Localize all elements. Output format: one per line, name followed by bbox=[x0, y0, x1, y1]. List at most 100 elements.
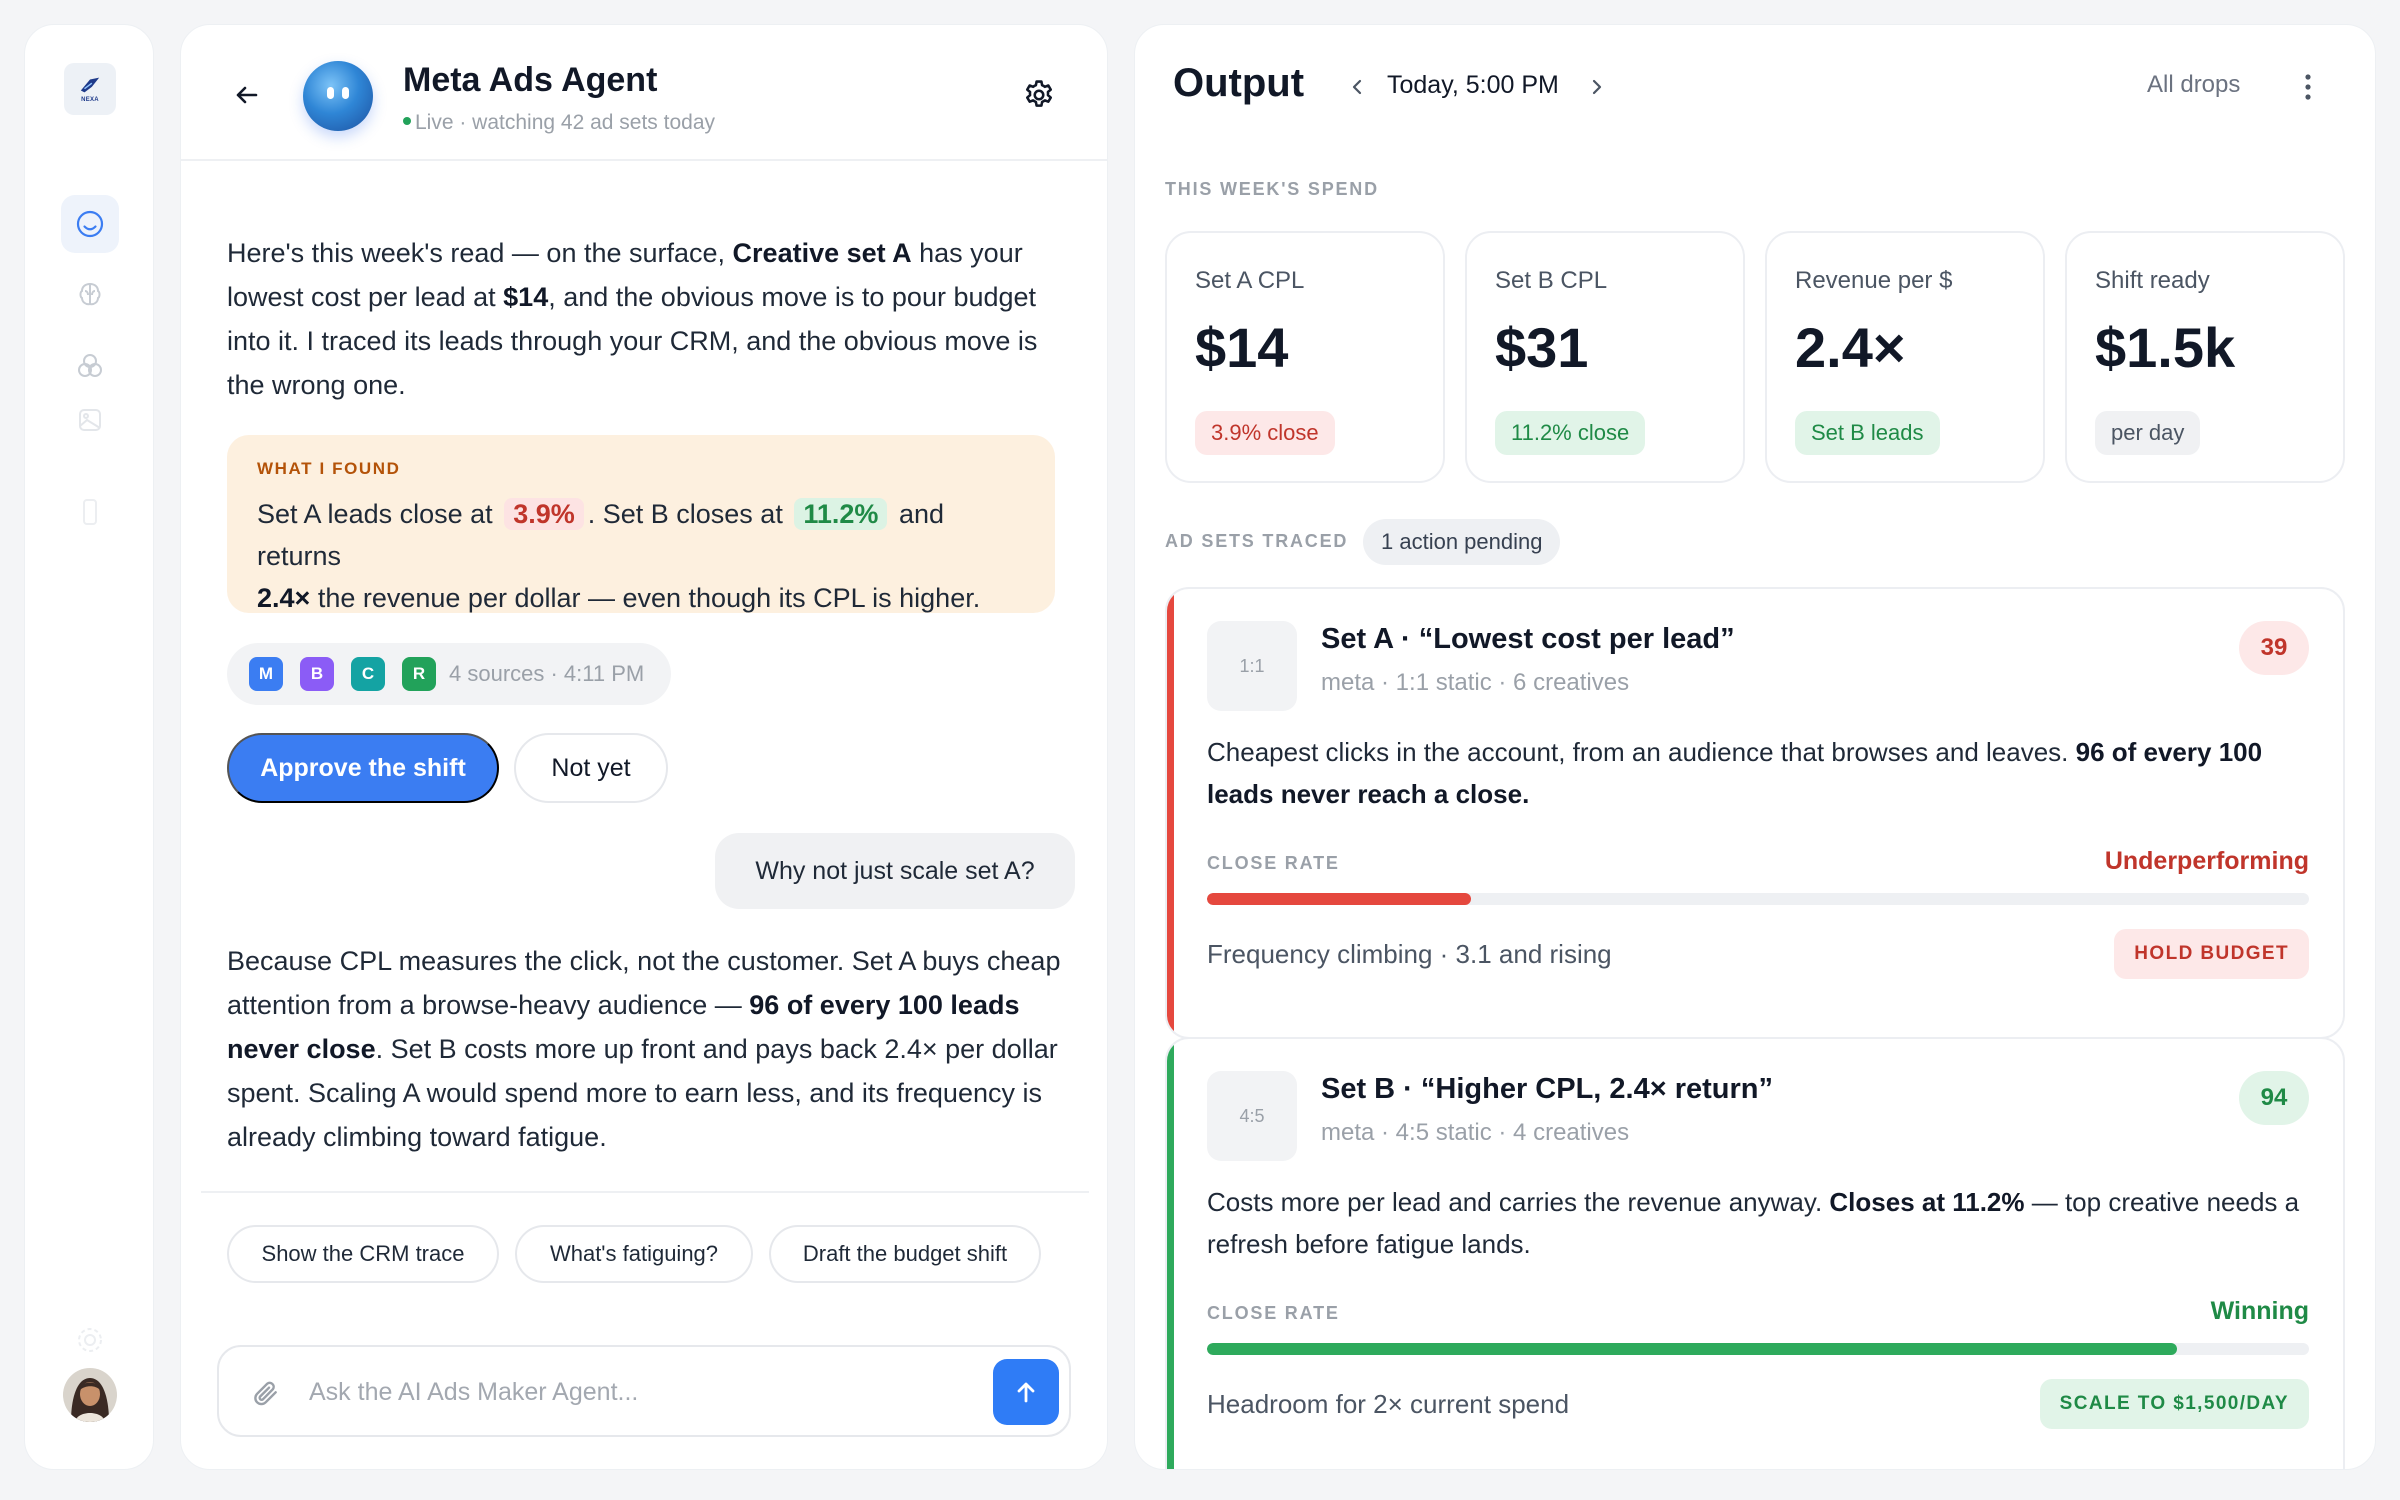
user-avatar[interactable] bbox=[63, 1368, 117, 1422]
all-drops-link[interactable]: All drops bbox=[2147, 71, 2240, 99]
send-button[interactable] bbox=[993, 1359, 1059, 1425]
stat-value: $1.5k bbox=[2095, 316, 2236, 379]
close-rate-bar-fill bbox=[1207, 893, 1472, 905]
stat-value: $31 bbox=[1495, 316, 1589, 379]
rail-item-agent[interactable] bbox=[61, 195, 119, 253]
rail-item-mobile[interactable] bbox=[61, 483, 119, 541]
rail-item-settings[interactable] bbox=[61, 1311, 119, 1369]
sources-text: 4 sources · 4:11 PM bbox=[449, 661, 645, 686]
close-rate-label: CLOSE RATE bbox=[1207, 1303, 1340, 1323]
nexa-logo[interactable]: NEXA bbox=[64, 63, 116, 115]
not-yet-button[interactable]: Not yet bbox=[514, 733, 668, 803]
rail-item-media[interactable] bbox=[61, 391, 119, 449]
pending-actions-pill[interactable]: 1 action pending bbox=[1363, 519, 1561, 565]
brain-icon bbox=[79, 282, 101, 306]
adset-accent bbox=[1167, 1039, 1174, 1469]
output-panel: Output Today, 5:00 PM All drops THIS WEE… bbox=[1134, 24, 2376, 1470]
image-icon bbox=[79, 409, 101, 431]
adset-meta: meta · 4:5 static · 4 creatives bbox=[1321, 1119, 1630, 1146]
composer bbox=[217, 1345, 1071, 1437]
phone-icon bbox=[83, 499, 97, 525]
stat-value: 2.4× bbox=[1795, 316, 1906, 379]
action-tag[interactable]: HOLD BUDGET bbox=[2114, 929, 2309, 979]
output-date: Today, 5:00 PM bbox=[1387, 71, 1559, 99]
adset-title: Set B · “Higher CPL, 2.4× return” bbox=[1321, 1073, 1774, 1105]
approve-shift-button[interactable]: Approve the shift bbox=[227, 733, 499, 803]
gear-icon bbox=[1025, 80, 1053, 107]
agent-status-text: Live · watching 42 ad sets today bbox=[415, 111, 716, 134]
adset-score: 39 bbox=[2239, 621, 2309, 675]
chip-crm-trace[interactable]: Show the CRM trace bbox=[227, 1225, 499, 1283]
more-vertical-icon bbox=[2305, 74, 2311, 100]
close-rate-bar bbox=[1207, 1343, 2309, 1355]
adset-title: Set A · “Lowest cost per lead” bbox=[1321, 623, 1735, 655]
gear-icon bbox=[78, 1328, 102, 1352]
stat-card-set-b-cpl: Set B CPL $31 11.2% close bbox=[1465, 231, 1745, 483]
set-a-close-pill: 3.9% bbox=[504, 498, 584, 530]
chat-divider bbox=[201, 1191, 1089, 1193]
found-text: Set A leads close at 3.9%. Set B closes … bbox=[257, 498, 981, 613]
adset-description: Cheapest clicks in the account, from an … bbox=[1207, 737, 2263, 809]
source-badge-meta: M bbox=[249, 657, 283, 691]
user-message: Why not just scale set A? bbox=[715, 833, 1075, 909]
found-callout: WHAT I FOUND Set A leads close at 3.9%. … bbox=[227, 435, 1055, 613]
live-dot bbox=[403, 117, 411, 126]
chat-panel: Meta Ads Agent Live · watching 42 ad set… bbox=[180, 24, 1108, 1470]
found-label: WHAT I FOUND bbox=[257, 459, 401, 478]
chat-settings-button[interactable] bbox=[1019, 75, 1059, 115]
stat-label: Set B CPL bbox=[1495, 267, 1608, 294]
ratio-thumbnail: 1:1 bbox=[1207, 621, 1297, 711]
source-badge-r: R bbox=[402, 657, 436, 691]
adset-meta: meta · 1:1 static · 6 creatives bbox=[1321, 669, 1630, 696]
rail-item-brain[interactable] bbox=[61, 265, 119, 323]
next-date-button[interactable] bbox=[1581, 69, 1613, 105]
close-rate-bar-fill bbox=[1207, 1343, 2177, 1355]
stat-label: Shift ready bbox=[2095, 267, 2210, 294]
stat-badge: Set B leads bbox=[1795, 411, 1940, 455]
logo-text: NEXA bbox=[81, 97, 99, 103]
adset-card-b[interactable]: 4:5 Set B · “Higher CPL, 2.4× return” me… bbox=[1165, 1037, 2345, 1469]
agent-avatar bbox=[303, 61, 373, 131]
adset-description: Costs more per lead and carries the reve… bbox=[1207, 1187, 2300, 1259]
arrow-left-icon bbox=[236, 86, 258, 104]
circles-icon bbox=[78, 354, 102, 377]
source-badge-b: B bbox=[300, 657, 334, 691]
ratio-thumbnail: 4:5 bbox=[1207, 1071, 1297, 1161]
chat-input[interactable] bbox=[309, 1367, 949, 1417]
set-b-close-pill: 11.2% bbox=[794, 498, 888, 530]
agent-name: Meta Ads Agent bbox=[403, 61, 658, 99]
stat-card-revenue-per-dollar: Revenue per $ 2.4× Set B leads bbox=[1765, 231, 2045, 483]
bird-logo-icon bbox=[80, 77, 100, 93]
stat-card-shift-ready: Shift ready $1.5k per day bbox=[2065, 231, 2345, 483]
chat-header: Meta Ads Agent Live · watching 42 ad set… bbox=[181, 25, 1107, 161]
back-button[interactable] bbox=[229, 77, 265, 113]
smiley-icon bbox=[76, 210, 104, 238]
chevron-left-icon bbox=[1352, 79, 1362, 95]
stat-label: Set A CPL bbox=[1195, 267, 1305, 294]
agent-message-2: Because CPL measures the click, not the … bbox=[227, 946, 1061, 1152]
chevron-right-icon bbox=[1592, 79, 1602, 95]
close-rate-status: Winning bbox=[2210, 1297, 2309, 1325]
prev-date-button[interactable] bbox=[1341, 69, 1373, 105]
action-tag[interactable]: SCALE TO $1,500/DAY bbox=[2039, 1379, 2309, 1429]
close-rate-label: CLOSE RATE bbox=[1207, 853, 1340, 873]
adset-footer: Headroom for 2× current spend bbox=[1207, 1389, 1570, 1419]
adset-accent bbox=[1167, 589, 1174, 1037]
paperclip-icon[interactable] bbox=[249, 1377, 281, 1409]
adset-card-a[interactable]: 1:1 Set A · “Lowest cost per lead” meta … bbox=[1165, 587, 2345, 1039]
spend-section-label: THIS WEEK'S SPEND bbox=[1165, 179, 1379, 199]
agent-eye-left bbox=[327, 87, 334, 99]
output-title: Output bbox=[1173, 61, 1305, 105]
adset-score: 94 bbox=[2239, 1071, 2309, 1125]
agent-eye-right bbox=[342, 87, 349, 99]
adsets-section-label: AD SETS TRACED bbox=[1165, 531, 1349, 551]
rail-item-circles[interactable] bbox=[61, 337, 119, 395]
chip-draft-budget-shift[interactable]: Draft the budget shift bbox=[769, 1225, 1041, 1283]
stat-badge: 3.9% close bbox=[1195, 411, 1335, 455]
adset-footer: Frequency climbing · 3.1 and rising bbox=[1207, 939, 1612, 969]
chip-fatiguing[interactable]: What's fatiguing? bbox=[515, 1225, 753, 1283]
stat-card-set-a-cpl: Set A CPL $14 3.9% close bbox=[1165, 231, 1445, 483]
agent-message-1: Here's this week's read — on the surface… bbox=[227, 238, 1038, 400]
more-options-button[interactable] bbox=[2293, 67, 2323, 107]
sources-pill[interactable]: M B C R 4 sources · 4:11 PM bbox=[227, 643, 671, 705]
